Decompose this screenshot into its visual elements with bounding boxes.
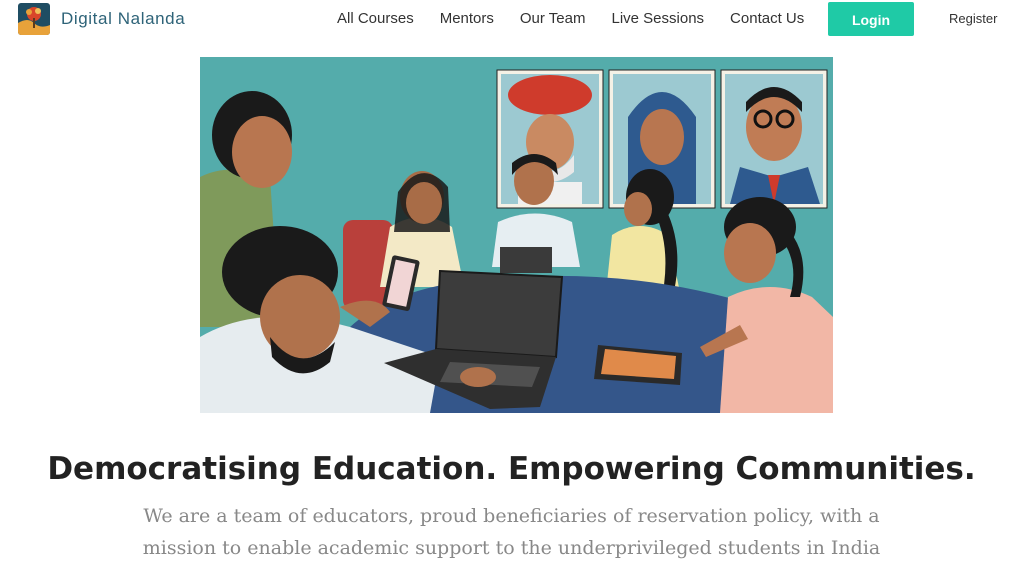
main-menu: All Courses Mentors Our Team Live Sessio… [337, 10, 830, 27]
nav-live-sessions[interactable]: Live Sessions [611, 10, 704, 27]
hero-illustration [200, 57, 833, 413]
nav-all-courses[interactable]: All Courses [337, 10, 414, 27]
nav-contact-us[interactable]: Contact Us [730, 10, 804, 27]
top-navbar: Digital Nalanda All Courses Mentors Our … [0, 0, 1023, 40]
brand-name: Digital Nalanda [61, 9, 186, 28]
classroom-illustration [200, 57, 833, 413]
login-button[interactable]: Login [828, 2, 914, 36]
nav-our-team[interactable]: Our Team [520, 10, 586, 27]
mission-subtext: We are a team of educators, proud benefi… [142, 505, 881, 559]
portrait-man-glasses [720, 69, 828, 209]
register-link[interactable]: Register [949, 11, 997, 26]
page-headline: Democratising Education. Empowering Comm… [47, 451, 976, 487]
brand-link[interactable]: Digital Nalanda [18, 3, 185, 35]
tree-logo-icon [18, 3, 50, 35]
nav-mentors[interactable]: Mentors [440, 10, 494, 27]
